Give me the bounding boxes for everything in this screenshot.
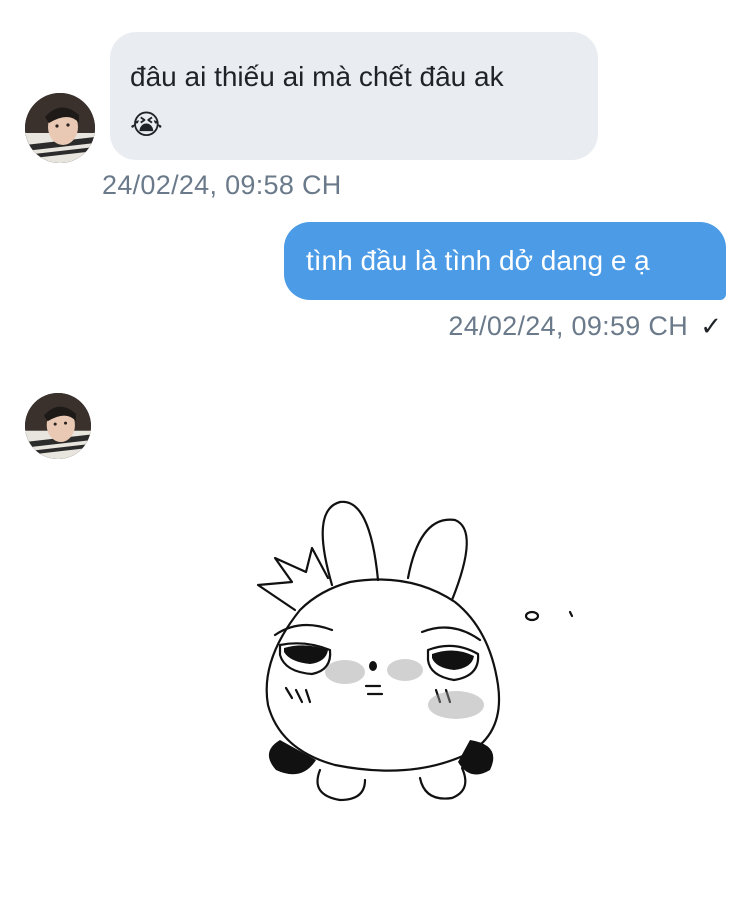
sent-check-icon: ✓ [700, 311, 722, 341]
outgoing-message-bubble[interactable]: tình đầu là tình dở dang e ạ [284, 222, 726, 300]
message-text: đâu ai thiếu ai mà chết đâu ak [130, 61, 504, 92]
contact-avatar[interactable] [25, 93, 95, 163]
crying-bunny-sticker[interactable] [240, 490, 590, 820]
incoming-message-bubble[interactable]: đâu ai thiếu ai mà chết đâu ak 😭 [110, 32, 598, 160]
contact-avatar[interactable] [25, 393, 91, 459]
message-text: tình đầu là tình dở dang e ạ [306, 245, 650, 276]
chat-thread: đâu ai thiếu ai mà chết đâu ak 😭 24/02/2… [0, 0, 750, 904]
message-timestamp: 24/02/24, 09:58 CH [102, 170, 342, 200]
crying-emoji-icon: 😭 [130, 109, 163, 140]
message-timestamp: 24/02/24, 09:59 CH [448, 311, 688, 341]
